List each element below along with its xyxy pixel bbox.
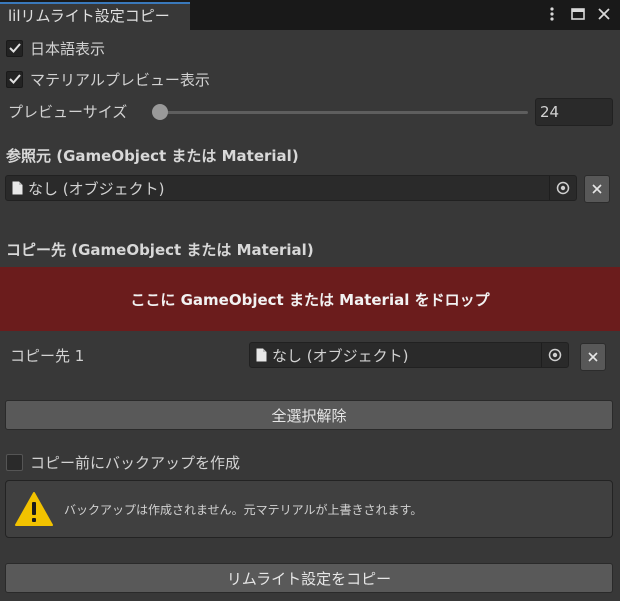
close-icon[interactable] xyxy=(596,5,612,23)
warning-icon xyxy=(15,492,53,526)
warning-text: バックアップは作成されません。元マテリアルが上書きされます。 xyxy=(64,502,423,517)
warning-helpbox: バックアップは作成されません。元マテリアルが上書きされます。 xyxy=(5,480,613,538)
deselect-all-button[interactable]: 全選択解除 xyxy=(5,400,613,430)
destination-item: コピー先 1 xyxy=(10,343,84,367)
more-vert-icon[interactable] xyxy=(544,5,560,23)
material-preview-checkbox[interactable] xyxy=(6,70,23,88)
window-tab[interactable]: lilリムライト設定コピー xyxy=(0,2,190,30)
destination-object-field[interactable]: なし (オブジェクト) xyxy=(249,342,569,368)
editor-window: lilリムライト設定コピー 日本語表示 マテリアルプレビュー表示 プレビューサイ xyxy=(0,0,620,601)
maximize-icon[interactable] xyxy=(570,5,586,23)
source-object-field[interactable]: なし (オブジェクト) xyxy=(5,175,577,201)
backup-checkbox[interactable] xyxy=(6,453,23,471)
backup-toggle[interactable]: コピー前にバックアップを作成 xyxy=(6,450,240,474)
preview-size-slider-thumb[interactable] xyxy=(152,104,168,120)
target-icon xyxy=(548,348,562,362)
preview-size-label: プレビューサイズ xyxy=(8,102,128,121)
preview-size-row: プレビューサイズ xyxy=(8,99,127,123)
backup-label: コピー前にバックアップを作成 xyxy=(30,453,241,472)
source-section-title: 参照元 (GameObject または Material) xyxy=(6,147,299,165)
check-icon xyxy=(8,74,21,84)
material-preview-toggle[interactable]: マテリアルプレビュー表示 xyxy=(6,67,210,91)
destination-object-picker[interactable] xyxy=(541,343,568,367)
title-bar-controls xyxy=(544,5,612,23)
preview-size-input[interactable]: 24 xyxy=(535,98,613,126)
close-icon xyxy=(588,352,598,362)
deselect-all-label: 全選択解除 xyxy=(271,406,347,425)
destination-section-title: コピー先 (GameObject または Material) xyxy=(6,241,314,259)
japanese-display-toggle[interactable]: 日本語表示 xyxy=(6,36,105,60)
title-bar: lilリムライト設定コピー xyxy=(0,0,620,30)
source-object-value: なし (オブジェクト) xyxy=(28,179,165,198)
document-icon xyxy=(12,181,23,195)
destination-remove-button[interactable] xyxy=(580,343,606,371)
destination-object-value: なし (オブジェクト) xyxy=(272,346,409,365)
material-preview-label: マテリアルプレビュー表示 xyxy=(30,70,210,89)
document-icon xyxy=(256,348,267,362)
japanese-display-checkbox[interactable] xyxy=(6,39,23,57)
source-clear-button[interactable] xyxy=(584,175,610,203)
source-object-picker[interactable] xyxy=(549,176,576,200)
window-title: lilリムライト設定コピー xyxy=(8,7,170,25)
destination-item-label: コピー先 1 xyxy=(10,346,85,365)
drop-zone[interactable]: ここに GameObject または Material をドロップ xyxy=(0,267,620,331)
japanese-display-label: 日本語表示 xyxy=(30,39,106,58)
target-icon xyxy=(556,181,570,195)
check-icon xyxy=(8,43,21,53)
copy-rimlight-label: リムライト設定をコピー xyxy=(226,569,392,588)
copy-rimlight-button[interactable]: リムライト設定をコピー xyxy=(5,563,613,593)
close-icon xyxy=(592,184,602,194)
drop-zone-text: ここに GameObject または Material をドロップ xyxy=(130,290,490,309)
preview-size-slider-track[interactable] xyxy=(160,111,528,114)
